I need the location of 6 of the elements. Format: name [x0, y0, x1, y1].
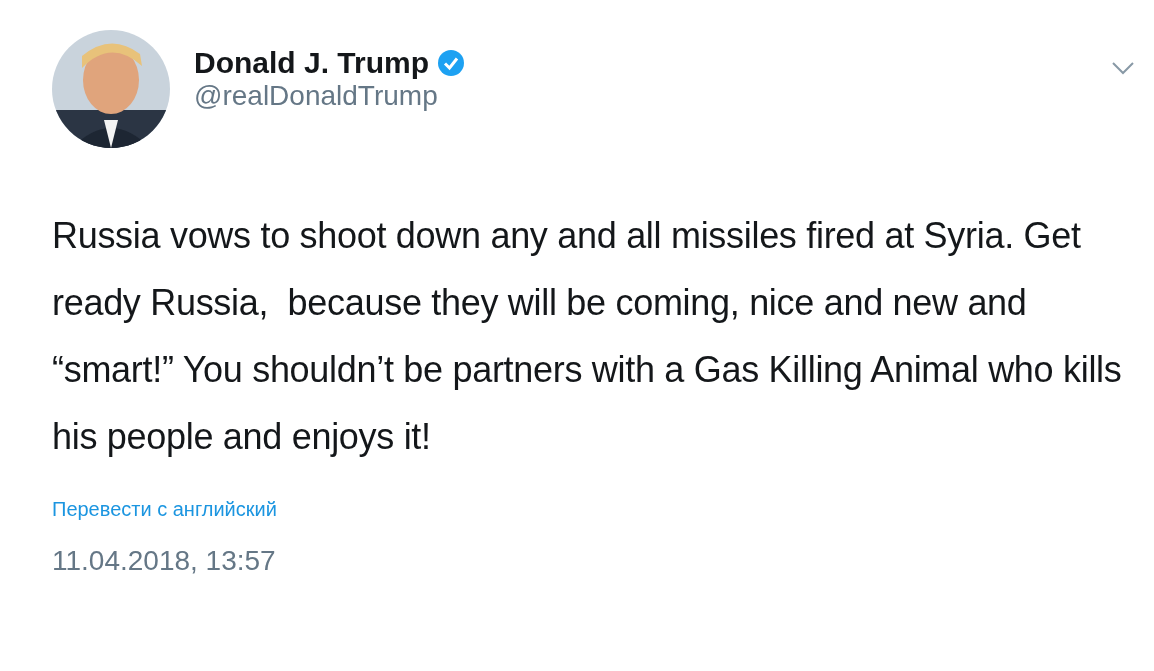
chevron-down-icon[interactable]	[1112, 62, 1134, 75]
tweet-text: Russia vows to shoot down any and all missiles fired at Syria. Get ready Russia, because they will be coming, nice and new and “smart!” You shouldn’t be partners with a Gas Killing Animal who kills his people and enjoys it!	[52, 214, 1123, 459]
author-handle[interactable]: @realDonaldTrump	[194, 79, 1112, 113]
timestamp[interactable]: 11.04.2018, 13:57	[52, 540, 1134, 582]
translate-link[interactable]: Перевести с английский	[52, 498, 277, 520]
author-name[interactable]: Donald J. Trump	[194, 46, 430, 79]
